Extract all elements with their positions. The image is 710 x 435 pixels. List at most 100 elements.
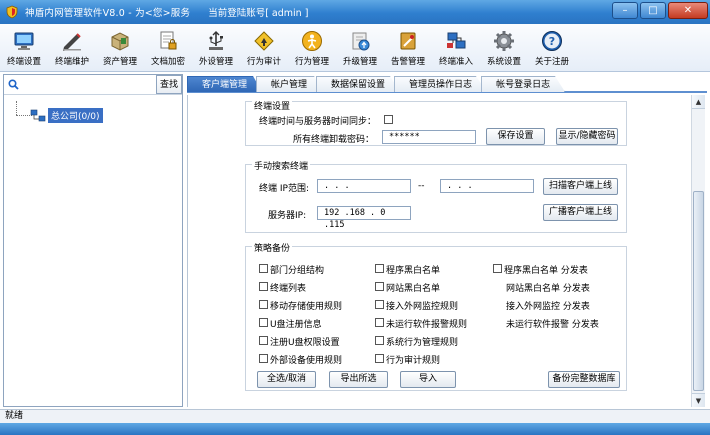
content-scrollbar[interactable]: ▲ ▼ [691, 95, 705, 407]
toolbar-peripheral-management[interactable]: 外设管理 [192, 24, 240, 72]
document-lock-icon [160, 31, 177, 50]
toolbar-system-settings[interactable]: 系统设置 [480, 24, 528, 72]
time-sync-checkbox[interactable] [384, 115, 393, 124]
toolbar-about-register[interactable]: ? 关于注册 [528, 24, 576, 72]
backup-option-label: 未运行软件报警规则 [386, 320, 468, 330]
backup-option-checkbox[interactable] [375, 264, 384, 273]
backup-option-label: 接入外网监控规则 [386, 302, 459, 312]
backup-option-label: 部门分组结构 [270, 266, 325, 276]
ip-range-separator: -- [418, 181, 425, 191]
backup-option-checkbox[interactable] [375, 318, 384, 327]
tab-admin-log[interactable]: 管理员操作日志 [394, 76, 488, 92]
policy-backup-group: 策略备份 部门分组结构 终端列表 移动存储使用规则 U盘注册信息 注册U盘权限设… [245, 241, 627, 391]
tree-node-headquarters[interactable]: 总公司(0/0) [30, 108, 103, 123]
manual-search-title: 手动搜索终端 [252, 159, 311, 172]
backup-option-checkbox[interactable] [259, 264, 268, 273]
toolbar-asset-management[interactable]: 资产管理 [96, 24, 144, 72]
show-hide-password-button[interactable]: 显示/隐藏密码 [556, 128, 618, 145]
ip-range-label: 终端 IP范围: [259, 184, 309, 194]
scroll-down-icon[interactable]: ▼ [692, 393, 705, 407]
title-bar: 神盾内网管理软件V8.0 - 为<您>服务 当前登陆账号[ admin ] – … [0, 0, 710, 24]
server-ip-input[interactable]: 192 .168 . 0 .115 [317, 206, 411, 230]
select-all-button[interactable]: 全选/取消 [257, 371, 316, 388]
org-tree: 总公司(0/0) [4, 95, 182, 407]
backup-option-label: 网站黑白名单 [386, 284, 441, 294]
import-button[interactable]: 导入 [400, 371, 456, 388]
uninstall-password-label: 所有终端卸载密码： [293, 135, 375, 145]
backup-option-checkbox[interactable] [259, 354, 268, 363]
toolbar-document-encryption[interactable]: 文档加密 [144, 24, 192, 72]
toolbar-alarm-management[interactable]: 告警管理 [384, 24, 432, 72]
backup-option-checkbox[interactable] [493, 264, 502, 273]
window-bottom-border [0, 423, 710, 435]
backup-option-checkbox[interactable] [375, 282, 384, 291]
ip-range-end-input[interactable]: . . . [440, 179, 534, 193]
tree-search-bar: 查找 [4, 75, 182, 95]
backup-option-checkbox[interactable] [375, 336, 384, 345]
backup-option-checkbox[interactable] [259, 300, 268, 309]
backup-option-label: 系统行为管理规则 [386, 338, 459, 348]
usb-icon [209, 31, 223, 50]
client-management-panel: 终端设置 终端时间与服务器时间同步： 所有终端卸载密码： ****** 保存设置… [187, 95, 705, 407]
upgrade-icon [352, 32, 370, 51]
backup-option-label: 程序黑白名单 分发表 [504, 266, 588, 276]
current-account: 当前登陆账号[ admin ] [208, 8, 309, 19]
close-button[interactable]: ✕ [668, 2, 708, 19]
backup-option-label: 网站黑白名单 分发表 [506, 284, 590, 294]
tab-client-management[interactable]: 客户端管理 [187, 76, 263, 92]
main-toolbar: 终端设置 终端维护 资产管理 文档加密 外设管理 行为审计 行为管理 升级管理 … [0, 24, 710, 72]
backup-option-checkbox[interactable] [375, 300, 384, 309]
backup-option-checkbox[interactable] [259, 282, 268, 291]
toolbar-behavior-management[interactable]: 行为管理 [288, 24, 336, 72]
backup-option-checkbox[interactable] [375, 354, 384, 363]
toolbar-terminal-admission[interactable]: 终端准入 [432, 24, 480, 72]
full-db-backup-button[interactable]: 备份完整数据库 [548, 371, 620, 388]
backup-option-label: 移动存储使用规则 [270, 302, 343, 312]
toolbar-upgrade-management[interactable]: 升级管理 [336, 24, 384, 72]
pen-icon [63, 33, 81, 51]
find-button[interactable]: 查找 [156, 75, 182, 94]
minimize-button[interactable]: – [612, 2, 638, 19]
backup-option-checkbox[interactable] [259, 318, 268, 327]
backup-option-label: U盘注册信息 [270, 320, 322, 330]
tab-login-log[interactable]: 帐号登录日志 [481, 76, 566, 92]
left-tree-panel: 查找 总公司(0/0) [3, 74, 183, 407]
backup-option-label: 外部设备使用规则 [270, 356, 343, 366]
backup-option-label: 未运行软件报警 分发表 [506, 320, 599, 330]
tab-strip: 客户端管理 帐户管理 数据保留设置 管理员操作日志 帐号登录日志 [187, 76, 707, 93]
ip-range-start-input[interactable]: . . . [317, 179, 411, 193]
toolbar-terminal-maintenance[interactable]: 终端维护 [48, 24, 96, 72]
shield-icon [6, 5, 18, 19]
tab-account-management[interactable]: 帐户管理 [256, 76, 323, 92]
broadcast-clients-button[interactable]: 广播客户端上线 [543, 204, 618, 221]
backup-option-label: 程序黑白名单 [386, 266, 441, 276]
maximize-button[interactable]: □ [640, 2, 666, 19]
save-settings-button[interactable]: 保存设置 [486, 128, 545, 145]
status-text: 就绪 [5, 411, 24, 421]
tree-node-label: 总公司(0/0) [48, 108, 103, 123]
backup-option-checkbox[interactable] [259, 336, 268, 345]
toolbar-terminal-settings[interactable]: 终端设置 [0, 24, 48, 72]
alarm-icon [400, 32, 416, 50]
monitor-icon [14, 32, 34, 50]
person-icon [302, 31, 322, 51]
scroll-up-icon[interactable]: ▲ [692, 95, 705, 109]
search-icon [4, 75, 22, 94]
backup-option-label: 接入外网监控 分发表 [506, 302, 590, 312]
network-icon [447, 32, 466, 49]
warning-icon [254, 31, 274, 51]
backup-option-label: 终端列表 [270, 284, 307, 294]
uninstall-password-field[interactable]: ****** [382, 130, 476, 144]
tab-data-retention[interactable]: 数据保留设置 [316, 76, 401, 92]
scan-clients-button[interactable]: 扫描客户端上线 [543, 178, 618, 195]
server-ip-label: 服务器IP: [268, 211, 307, 221]
terminal-settings-group: 终端设置 终端时间与服务器时间同步： 所有终端卸载密码： ****** 保存设置… [245, 99, 627, 146]
window-title: 神盾内网管理软件V8.0 - 为<您>服务 [25, 8, 191, 19]
gear-icon [494, 31, 514, 51]
help-icon: ? [542, 31, 562, 51]
toolbar-behavior-audit[interactable]: 行为审计 [240, 24, 288, 72]
tree-search-input[interactable] [22, 75, 156, 94]
export-selected-button[interactable]: 导出所选 [329, 371, 388, 388]
scroll-thumb[interactable] [693, 191, 704, 391]
backup-option-label: 注册U盘权限设置 [270, 338, 340, 348]
